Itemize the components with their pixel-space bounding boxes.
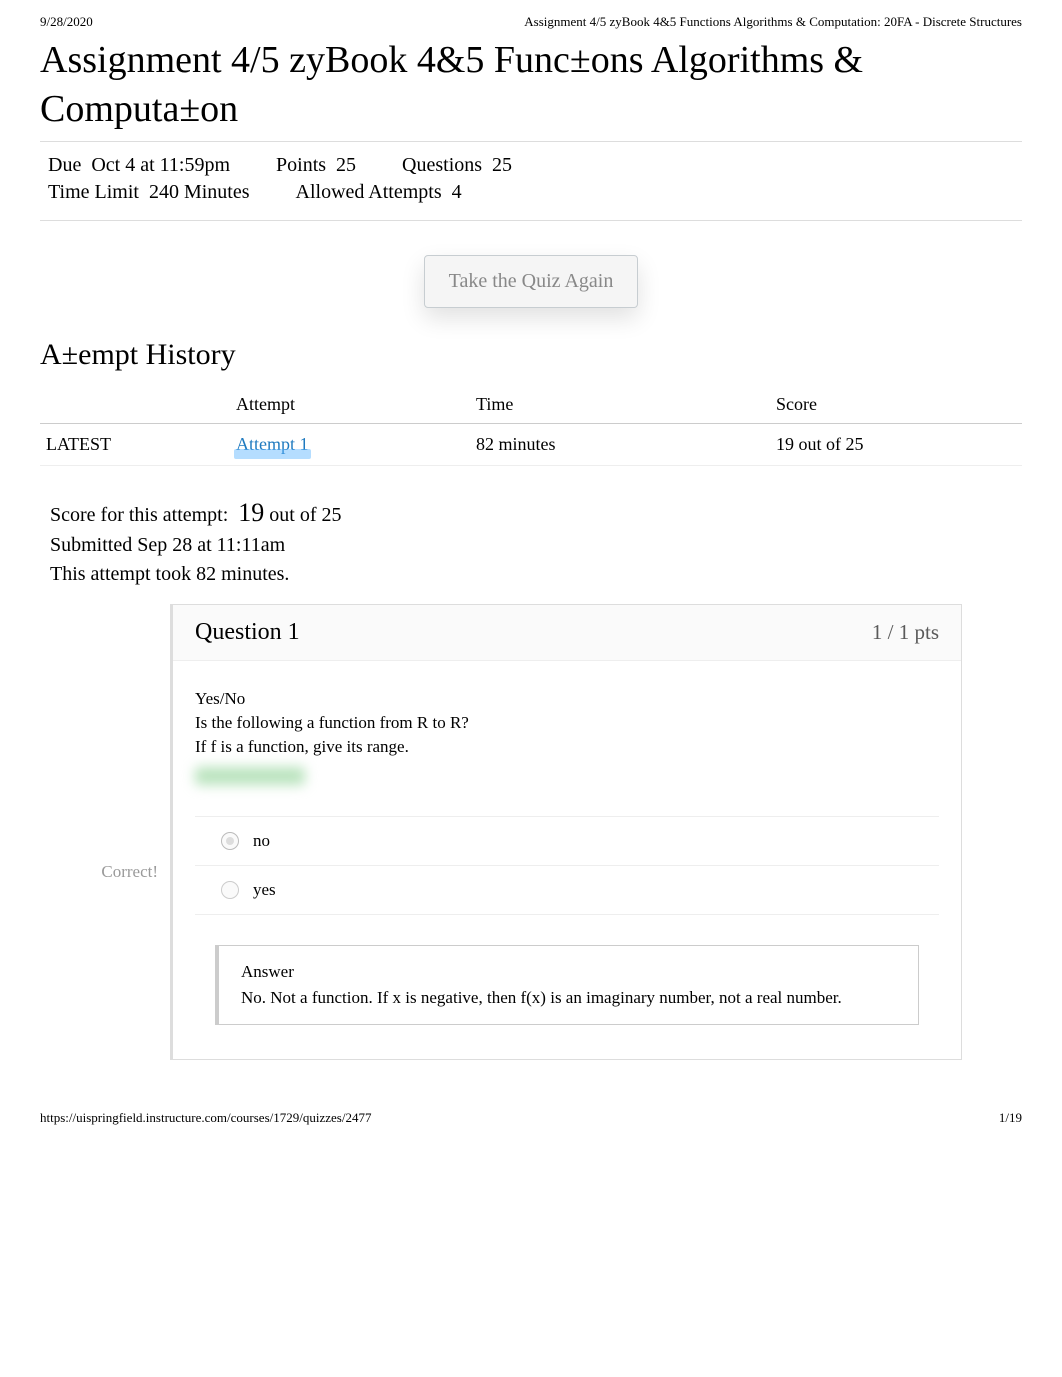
- due-value: Oct 4 at 11:59pm: [91, 154, 230, 177]
- timelimit-label: Time Limit: [48, 181, 139, 204]
- question-text-line: Yes/No: [195, 689, 939, 709]
- print-doc-title: Assignment 4/5 zyBook 4&5 Functions Algo…: [524, 14, 1022, 30]
- option-row[interactable]: no: [195, 817, 939, 866]
- assignment-meta: Due Oct 4 at 11:59pm Points 25 Questions…: [40, 141, 1022, 221]
- due-label: Due: [48, 154, 81, 177]
- question-text-line: Is the following a function from R to R?: [195, 713, 939, 733]
- points-value: 25: [336, 154, 356, 177]
- timelimit-value: 240 Minutes: [149, 181, 250, 204]
- option-label: yes: [253, 880, 276, 900]
- attempt-summary: Score for this attempt: 19 out of 25 Sub…: [50, 498, 1022, 586]
- question-points: 1 / 1 pts: [872, 620, 939, 645]
- history-row-score: 19 out of 25: [770, 423, 1022, 465]
- allowed-label: Allowed Attempts: [296, 181, 442, 204]
- radio-icon: [221, 881, 239, 899]
- option-label: no: [253, 831, 270, 851]
- allowed-value: 4: [452, 181, 462, 204]
- take-quiz-again-button[interactable]: Take the Quiz Again: [424, 255, 639, 308]
- radio-icon: [221, 832, 239, 850]
- selection-highlight: [234, 449, 311, 459]
- footer-url: https://uispringfield.instructure.com/co…: [40, 1110, 371, 1126]
- attempt-history-title: A±empt History: [40, 338, 1022, 372]
- score-prefix: Score for this attempt:: [50, 504, 228, 526]
- question-body: Yes/No Is the following a function from …: [173, 661, 961, 1059]
- answer-box: Answer No. Not a function. If x is negat…: [215, 945, 919, 1025]
- question-card: Question 1 1 / 1 pts Yes/No Is the follo…: [170, 604, 962, 1060]
- history-col-time: Time: [470, 386, 770, 424]
- score-suffix: out of 25: [269, 504, 341, 526]
- answer-label: Answer: [241, 962, 896, 982]
- attempt-history-table: Attempt Time Score LATEST Attempt 1 82 m…: [40, 386, 1022, 466]
- options-list: no yes: [195, 816, 939, 915]
- questions-label: Questions: [402, 154, 482, 177]
- correct-indicator: Correct!: [40, 604, 158, 1070]
- history-row-tag: LATEST: [40, 423, 230, 465]
- history-col-attempt: Attempt: [230, 386, 470, 424]
- submitted-line: Submitted Sep 28 at 11:11am: [50, 534, 1022, 557]
- answer-text: No. Not a function. If x is negative, th…: [241, 988, 896, 1008]
- question-text-line: If f is a function, give its range.: [195, 737, 939, 757]
- history-row-time: 82 minutes: [470, 423, 770, 465]
- option-row[interactable]: yes: [195, 866, 939, 915]
- print-footer: https://uispringfield.instructure.com/co…: [0, 1080, 1062, 1132]
- footer-page: 1/19: [999, 1110, 1022, 1126]
- history-col-score: Score: [770, 386, 1022, 424]
- score-number: 19: [238, 498, 264, 527]
- points-label: Points: [276, 154, 326, 177]
- print-header: 9/28/2020 Assignment 4/5 zyBook 4&5 Func…: [0, 0, 1062, 36]
- page-content: Assignment 4/5 zyBook 4&5 Func±ons Algor…: [0, 36, 1062, 1080]
- questions-value: 25: [492, 154, 512, 177]
- question-title: Question 1: [195, 619, 300, 646]
- table-row: LATEST Attempt 1 82 minutes 19 out of 25: [40, 423, 1022, 465]
- history-col-tag: [40, 386, 230, 424]
- print-date: 9/28/2020: [40, 14, 93, 30]
- assignment-title: Assignment 4/5 zyBook 4&5 Func±ons Algor…: [40, 36, 1022, 135]
- duration-line: This attempt took 82 minutes.: [50, 563, 1022, 586]
- blurred-content: [195, 767, 305, 785]
